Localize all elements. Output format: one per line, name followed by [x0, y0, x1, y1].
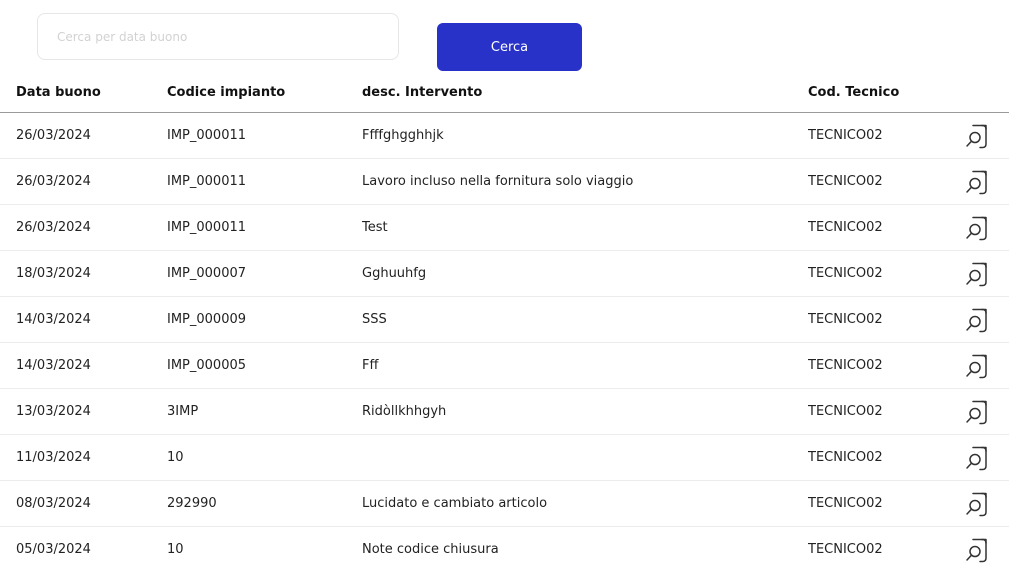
cell-codice-impianto: 3IMP [167, 404, 199, 419]
table-row: 11/03/2024 10 TECNICO02 [0, 435, 1009, 481]
table-header: Data buono Codice impianto desc. Interve… [0, 77, 1009, 113]
cell-data-buono: 26/03/2024 [16, 174, 91, 189]
cell-data-buono: 13/03/2024 [16, 404, 91, 419]
header-cod-tecnico: Cod. Tecnico [808, 85, 900, 100]
cell-desc-intervento: Lucidato e cambiato articolo [362, 496, 548, 511]
cell-cod-tecnico: TECNICO02 [808, 128, 883, 143]
search-button[interactable]: Cerca [437, 23, 582, 71]
cell-desc-intervento: Note codice chiusura [362, 542, 499, 557]
cell-data-buono: 05/03/2024 [16, 542, 91, 557]
cell-codice-impianto: IMP_000005 [167, 358, 247, 373]
cell-codice-impianto: IMP_000011 [167, 174, 247, 189]
table-row: 26/03/2024 IMP_000011 Lavoro incluso nella… [0, 159, 1009, 205]
search-document-icon[interactable] [964, 398, 990, 426]
cell-codice-impianto: 10 [167, 542, 184, 557]
cell-desc-intervento: Gghuuhfg [362, 266, 427, 281]
cell-cod-tecnico: TECNICO02 [808, 450, 883, 465]
cell-desc-intervento: Lavoro incluso nella fornitura solo viag… [362, 174, 634, 189]
results-table: Data buono Codice impianto desc. Interve… [0, 77, 1009, 572]
search-document-icon[interactable] [964, 122, 990, 150]
table-body: 26/03/2024 IMP_000011 Ffffghgghhjk TECNICO0… [0, 113, 1009, 572]
search-document-icon[interactable] [964, 444, 990, 472]
cell-data-buono: 14/03/2024 [16, 358, 91, 373]
header-codice-impianto: Codice impianto [167, 85, 286, 100]
search-document-icon[interactable] [964, 352, 990, 380]
cell-desc-intervento: Ffffghgghhjk [362, 128, 444, 143]
header-desc-intervento: desc. Intervento [362, 85, 483, 100]
search-bar: Cerca [0, 0, 1009, 80]
search-document-icon[interactable] [964, 214, 990, 242]
cell-codice-impianto: IMP_000011 [167, 220, 247, 235]
search-document-icon[interactable] [964, 306, 990, 334]
header-data-buono: Data buono [16, 85, 101, 100]
table-row: 26/03/2024 IMP_000011 Ffffghgghhjk TECNICO0… [0, 113, 1009, 159]
cell-data-buono: 08/03/2024 [16, 496, 91, 511]
cell-codice-impianto: IMP_000007 [167, 266, 247, 281]
search-document-icon[interactable] [964, 260, 990, 288]
table-row: 08/03/2024 292990 Lucidato e cambiato arti… [0, 481, 1009, 527]
search-document-icon[interactable] [964, 490, 990, 518]
cell-data-buono: 26/03/2024 [16, 128, 91, 143]
table-row: 05/03/2024 10 Note codice chiusura TECNICO0… [0, 527, 1009, 572]
cell-cod-tecnico: TECNICO02 [808, 542, 883, 557]
table-row: 18/03/2024 IMP_000007 Gghuuhfg TECNICO02 [0, 251, 1009, 297]
cell-cod-tecnico: TECNICO02 [808, 174, 883, 189]
cell-data-buono: 11/03/2024 [16, 450, 91, 465]
cell-codice-impianto: 10 [167, 450, 184, 465]
table-row: 14/03/2024 IMP_000005 Fff TECNICO02 [0, 343, 1009, 389]
search-document-icon[interactable] [964, 168, 990, 196]
table-row: 26/03/2024 IMP_000011 Test TECNICO02 [0, 205, 1009, 251]
cell-codice-impianto: IMP_000011 [167, 128, 247, 143]
table-row: 14/03/2024 IMP_000009 SSS TECNICO02 [0, 297, 1009, 343]
cell-codice-impianto: IMP_000009 [167, 312, 247, 327]
cell-codice-impianto: 292990 [167, 496, 217, 511]
cell-desc-intervento: Ridòllkhhgyh [362, 404, 447, 419]
cell-cod-tecnico: TECNICO02 [808, 220, 883, 235]
cell-desc-intervento: SSS [362, 312, 387, 327]
search-input[interactable] [37, 13, 399, 60]
cell-cod-tecnico: TECNICO02 [808, 496, 883, 511]
search-document-icon[interactable] [964, 536, 990, 564]
cell-cod-tecnico: TECNICO02 [808, 358, 883, 373]
table-row: 13/03/2024 3IMP Ridòllkhhgyh TECNICO02 [0, 389, 1009, 435]
cell-data-buono: 14/03/2024 [16, 312, 91, 327]
cell-desc-intervento: Fff [362, 358, 379, 373]
cell-cod-tecnico: TECNICO02 [808, 266, 883, 281]
cell-cod-tecnico: TECNICO02 [808, 404, 883, 419]
cell-cod-tecnico: TECNICO02 [808, 312, 883, 327]
cell-desc-intervento: Test [362, 220, 388, 235]
cell-data-buono: 26/03/2024 [16, 220, 91, 235]
cell-data-buono: 18/03/2024 [16, 266, 91, 281]
